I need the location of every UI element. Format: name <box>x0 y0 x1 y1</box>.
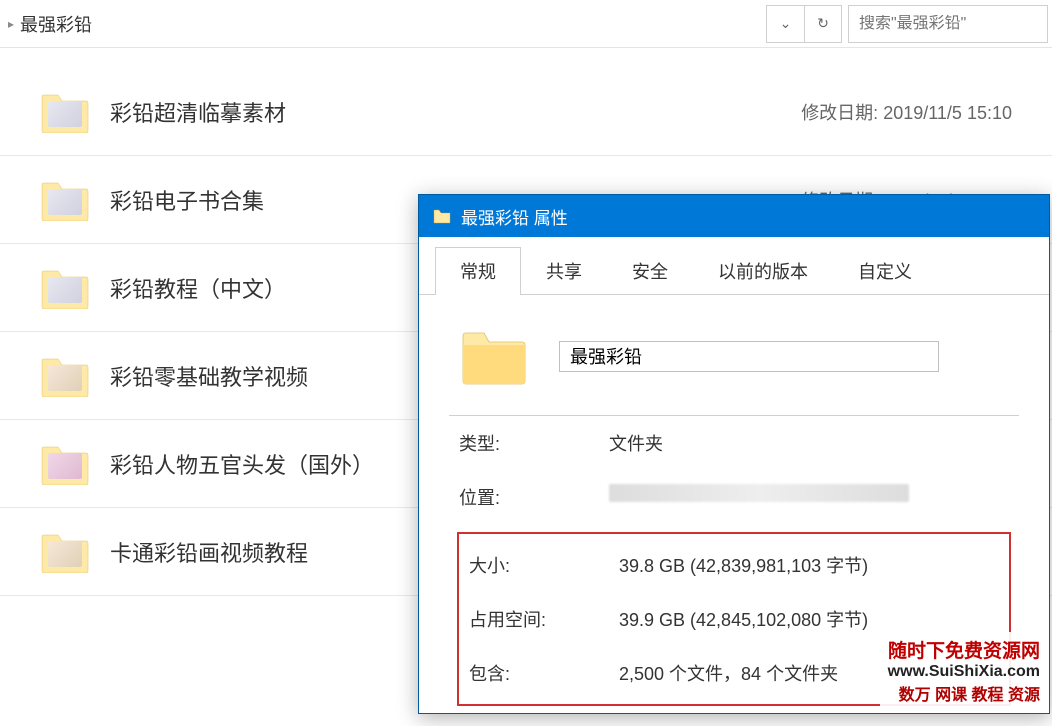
dialog-title: 最强彩铅 属性 <box>461 204 568 229</box>
tabs-row: 常规 共享 安全 以前的版本 自定义 <box>419 237 1049 295</box>
watermark-line: www.SuiShiXia.com <box>888 663 1040 681</box>
search-box[interactable] <box>848 5 1048 43</box>
folder-icon <box>40 443 90 485</box>
property-label: 类型: <box>459 430 609 456</box>
chevron-right-icon: ▸ <box>8 17 14 31</box>
refresh-icon: ↻ <box>817 15 829 32</box>
folder-icon <box>40 179 90 221</box>
tab-sharing[interactable]: 共享 <box>521 247 607 294</box>
tab-security[interactable]: 安全 <box>607 247 693 294</box>
folder-icon <box>40 355 90 397</box>
watermark-line: 数万 网课 教程 资源 <box>888 681 1040 705</box>
tab-general[interactable]: 常规 <box>435 247 521 294</box>
breadcrumb-text: 最强彩铅 <box>20 11 92 37</box>
tab-customize[interactable]: 自定义 <box>833 247 937 294</box>
property-row-location: 位置: <box>449 470 1019 524</box>
folder-icon <box>40 91 90 133</box>
property-label: 大小: <box>469 552 619 578</box>
property-value-redacted <box>609 484 1009 510</box>
watermark: 随时下免费资源网 www.SuiShiXia.com 数万 网课 教程 资源 <box>880 632 1048 709</box>
search-input[interactable] <box>859 15 1037 33</box>
watermark-line: 随时下免费资源网 <box>888 636 1040 663</box>
property-value: 39.9 GB (42,845,102,080 字节) <box>619 606 999 632</box>
property-header <box>449 315 1019 416</box>
chevron-down-icon: ⌄ <box>780 15 792 32</box>
file-name: 彩铅超清临摹素材 <box>110 96 801 128</box>
property-label: 占用空间: <box>469 606 619 632</box>
property-value: 39.8 GB (42,839,981,103 字节) <box>619 552 999 578</box>
file-date: 修改日期: 2019/11/5 15:10 <box>801 99 1012 125</box>
dialog-titlebar[interactable]: 最强彩铅 属性 <box>419 195 1049 237</box>
explorer-toolbar: ▸ 最强彩铅 ⌄ ↻ <box>0 0 1052 48</box>
folder-icon <box>459 327 529 385</box>
property-row-type: 类型: 文件夹 <box>449 416 1019 470</box>
folder-icon <box>40 267 90 309</box>
refresh-button[interactable]: ↻ <box>804 5 842 43</box>
history-dropdown-button[interactable]: ⌄ <box>766 5 804 43</box>
property-label: 包含: <box>469 660 619 686</box>
folder-icon <box>433 208 451 224</box>
property-value: 文件夹 <box>609 430 1009 456</box>
breadcrumb[interactable]: ▸ 最强彩铅 <box>0 0 766 47</box>
list-item[interactable]: 彩铅超清临摹素材 修改日期: 2019/11/5 15:10 <box>0 68 1052 156</box>
property-row-size: 大小: 39.8 GB (42,839,981,103 字节) <box>459 538 1009 592</box>
folder-name-input[interactable] <box>559 341 939 372</box>
property-label: 位置: <box>459 484 609 510</box>
tab-previous-versions[interactable]: 以前的版本 <box>693 247 833 294</box>
folder-icon <box>40 531 90 573</box>
